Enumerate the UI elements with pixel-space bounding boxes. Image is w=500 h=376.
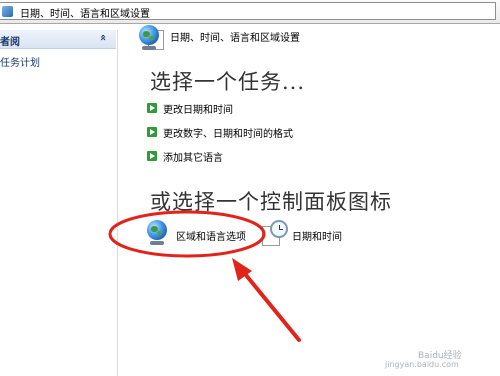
address-bar: 日期、时间、语言和区域设置 <box>0 0 500 24</box>
clock-icon <box>270 220 288 238</box>
regional-icon[interactable] <box>147 220 171 246</box>
regional-language-options-label[interactable]: 区域和语言选项 <box>176 228 246 243</box>
sidebar: 者阅 « 任务计划 <box>0 30 118 376</box>
date-time-icon[interactable] <box>262 220 288 246</box>
sidebar-header[interactable]: 者阅 « <box>0 30 116 49</box>
globe-stand <box>142 46 156 50</box>
page-title: 日期、时间、语言和区域设置 <box>170 33 300 44</box>
annotation-arrow-head <box>232 258 252 281</box>
task-link-label[interactable]: 更改日期和时间 <box>163 101 233 116</box>
globe-stand <box>150 241 164 245</box>
arrow-icon <box>147 127 157 137</box>
control-panel-section-title: 或选择一个控制面板图标 <box>150 190 392 214</box>
date-time-label[interactable]: 日期和时间 <box>292 228 342 243</box>
globe-icon <box>147 220 167 240</box>
task-link-label[interactable]: 更改数字、日期和时间的格式 <box>163 125 293 140</box>
control-panel-icon <box>2 6 13 17</box>
address-path[interactable]: 日期、时间、语言和区域设置 <box>20 5 150 20</box>
sidebar-item-scheduled-tasks[interactable]: 任务计划 <box>0 54 40 69</box>
annotation-arrow-line <box>239 267 301 342</box>
task-section-title: 选择一个任务... <box>150 70 306 94</box>
task-link-label[interactable]: 添加其它语言 <box>163 149 223 164</box>
sidebar-header-label: 者阅 <box>0 37 20 48</box>
globe-icon <box>139 25 159 45</box>
arrow-icon <box>147 103 157 113</box>
header-icon <box>139 25 165 51</box>
address-field[interactable]: 日期、时间、语言和区域设置 <box>0 2 496 20</box>
watermark-url: jingyan.baidu.com <box>385 360 459 369</box>
arrow-icon <box>147 151 157 161</box>
collapse-icon[interactable]: « <box>97 34 110 41</box>
